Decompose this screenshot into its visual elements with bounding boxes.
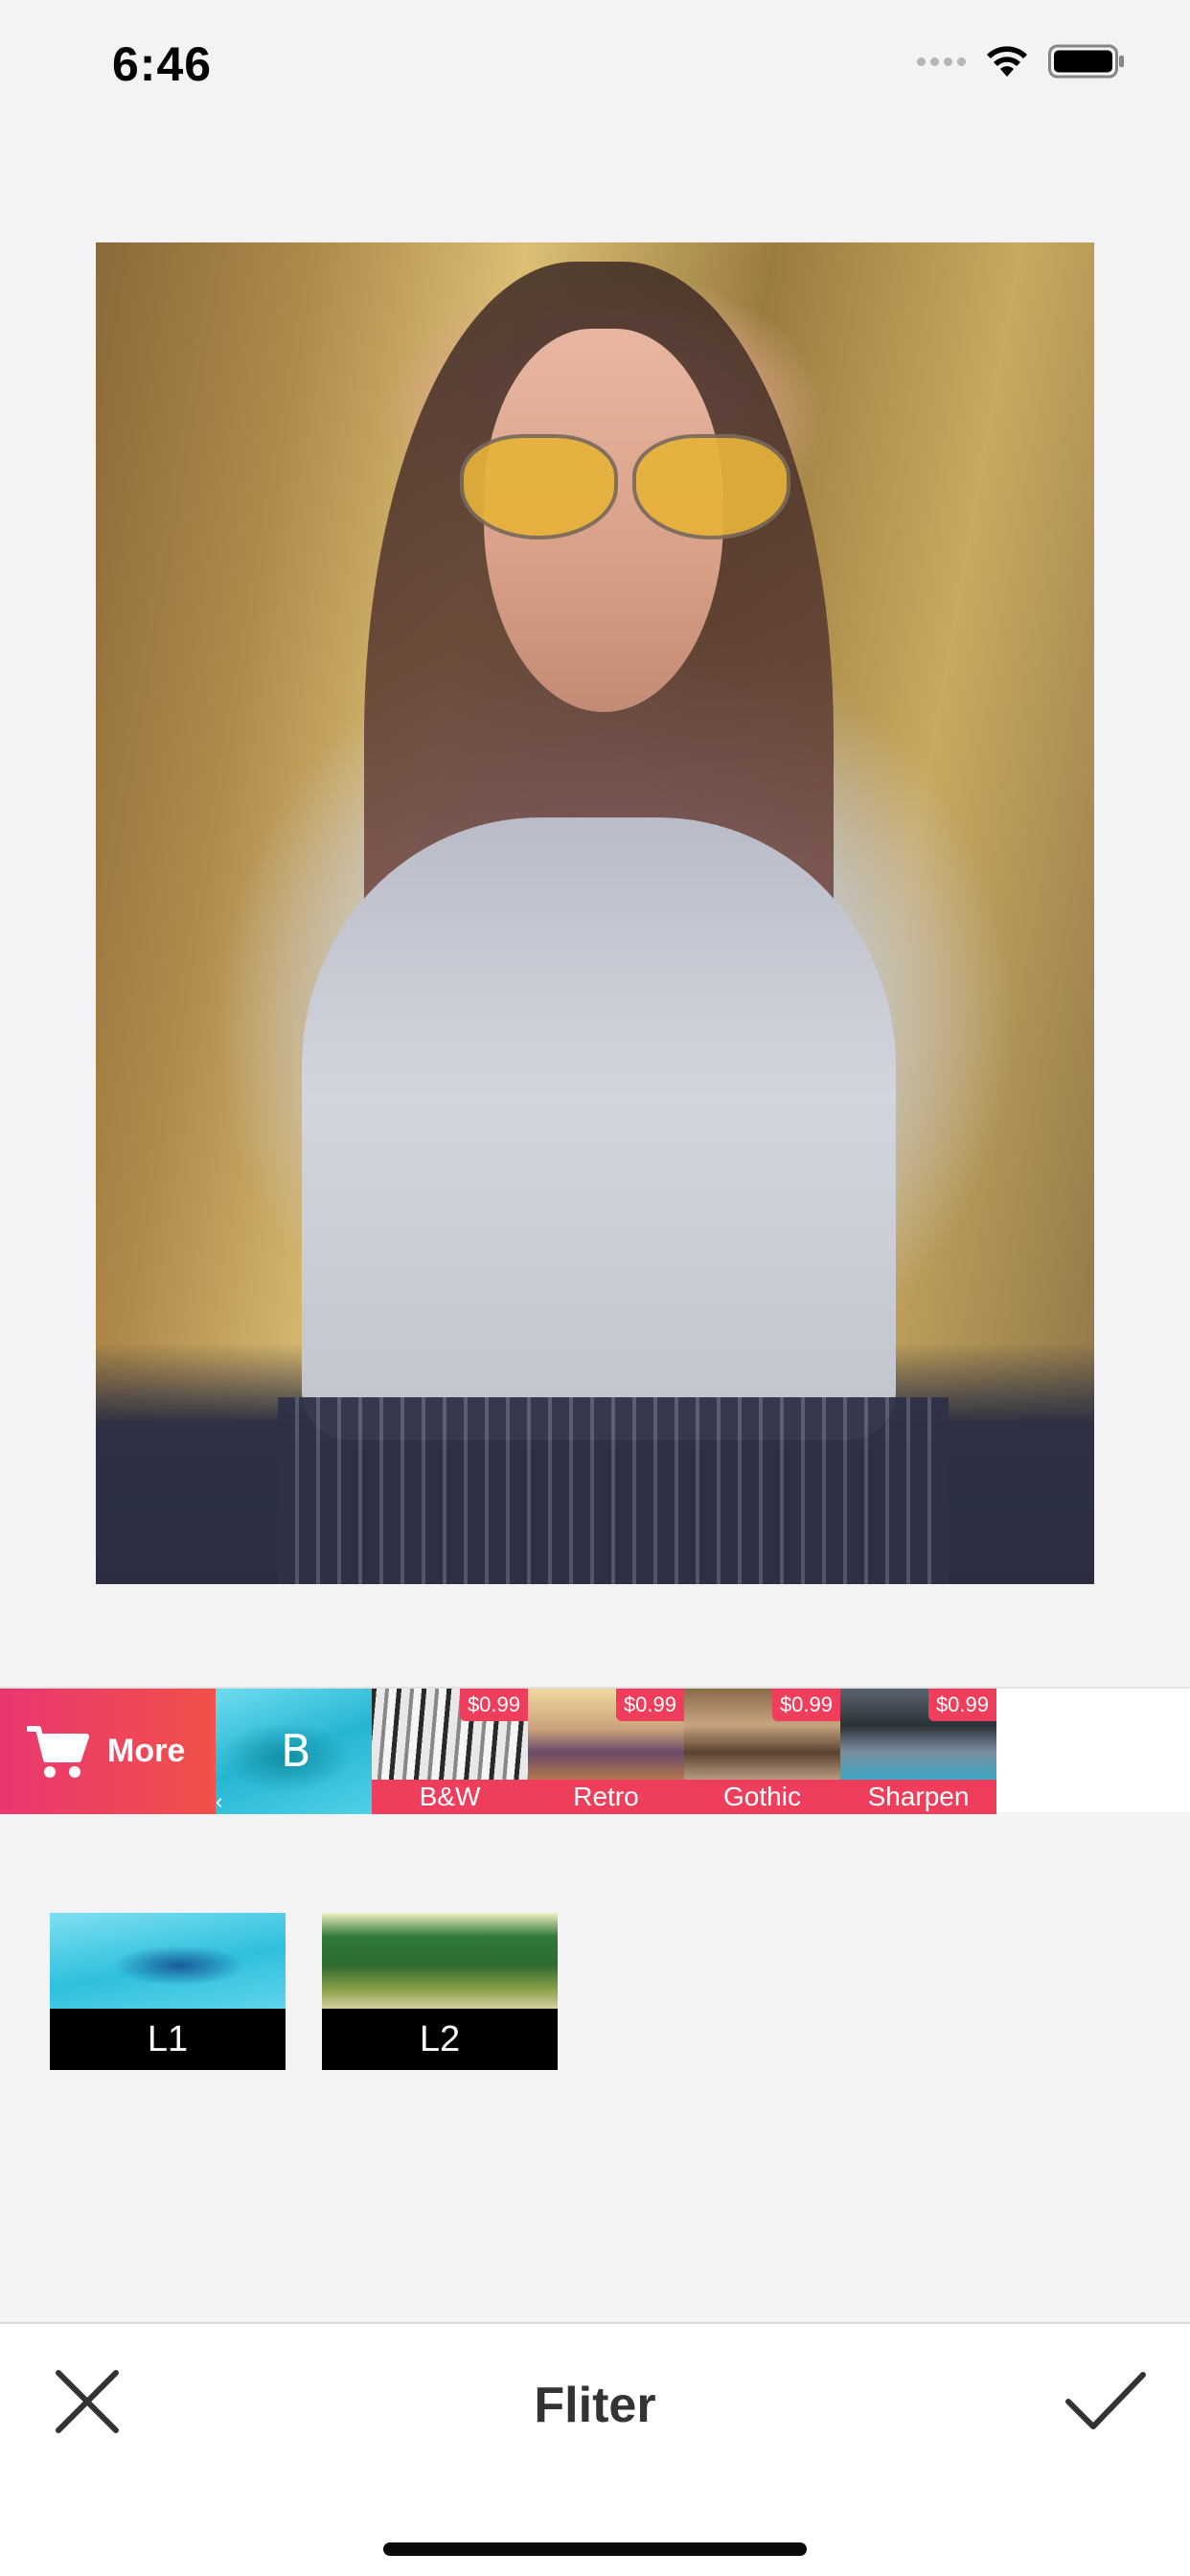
home-indicator xyxy=(383,2542,807,2556)
battery-icon xyxy=(1048,44,1124,79)
bottom-bar: Fliter xyxy=(0,2322,1190,2576)
status-icons xyxy=(917,44,1125,79)
chevron-left-icon: ‹ xyxy=(216,1789,223,1813)
price-badge: $0.99 xyxy=(927,1689,996,1721)
checkmark-icon[interactable] xyxy=(1064,2367,1147,2436)
filter-thumb-bw[interactable]: $0.99 B&W xyxy=(372,1689,528,1814)
filter-label: Gothic xyxy=(684,1780,840,1814)
cart-icon xyxy=(27,1725,89,1778)
filter-thumb-retro[interactable]: $0.99 Retro xyxy=(528,1689,684,1814)
status-time: 6:46 xyxy=(112,37,213,91)
sub-filter-label: L1 xyxy=(50,2009,286,2070)
price-badge: $0.99 xyxy=(459,1689,528,1721)
sub-filter-l2[interactable]: L2 xyxy=(322,1913,558,2070)
filter-thumb-sharpen[interactable]: $0.99 Sharpen xyxy=(840,1689,996,1814)
price-badge: $0.99 xyxy=(615,1689,684,1721)
more-button[interactable]: More xyxy=(0,1689,216,1814)
filter-label: B&W xyxy=(372,1780,528,1814)
filter-thumb-gothic[interactable]: $0.99 Gothic xyxy=(684,1689,840,1814)
filter-category-strip: More B ‹ $0.99 B&W $0.99 Retro $0.99 Got… xyxy=(0,1687,1190,1814)
page-title: Fliter xyxy=(534,2378,656,2433)
edited-photo xyxy=(96,242,1094,1584)
more-label: More xyxy=(107,1733,186,1769)
price-badge: $0.99 xyxy=(771,1689,840,1721)
sub-filter-label: L2 xyxy=(322,2009,558,2070)
cellular-signal-icon xyxy=(917,57,966,66)
filter-label: Sharpen xyxy=(840,1780,996,1814)
wifi-icon xyxy=(987,46,1027,77)
filter-label: Retro xyxy=(528,1780,684,1814)
filter-thumb-b[interactable]: B ‹ xyxy=(216,1689,372,1814)
sub-filter-l1[interactable]: L1 xyxy=(50,1913,286,2070)
filter-screen: 6:46 More B ‹ $0.99 B&W $0.99 Retro $0.9… xyxy=(0,0,1190,2576)
filter-thumb-b-letter: B xyxy=(281,1725,311,1777)
